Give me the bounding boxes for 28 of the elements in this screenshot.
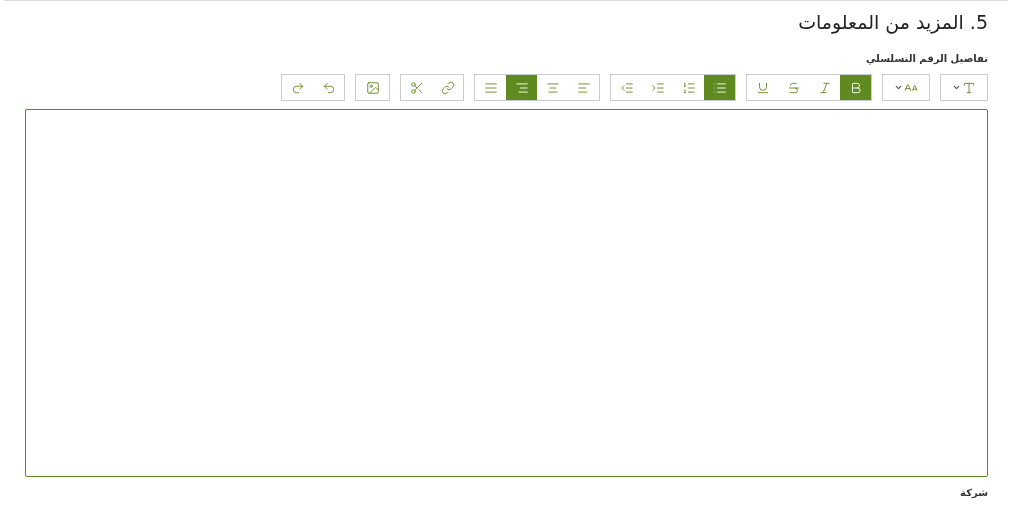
bullet-list-icon	[712, 80, 727, 95]
indent-icon	[650, 80, 665, 95]
caret-icon	[894, 83, 903, 92]
toolbar-button[interactable]	[940, 74, 988, 101]
toolbar-button[interactable]	[506, 75, 537, 100]
align-right-icon	[514, 80, 529, 95]
strikethrough-icon	[786, 80, 801, 95]
scissors-icon	[409, 80, 424, 95]
justify-icon	[483, 80, 498, 95]
outdent-icon	[619, 80, 634, 95]
section-title: 5. المزيد من المعلومات	[797, 10, 988, 35]
align-center-icon	[545, 80, 560, 95]
toolbar-button[interactable]	[840, 75, 871, 100]
toolbar-button[interactable]	[882, 74, 930, 101]
image-icon	[365, 80, 380, 95]
numbered-list-icon	[681, 80, 696, 95]
toolbar-button[interactable]	[704, 75, 735, 100]
underline-icon	[755, 80, 770, 95]
undo-icon	[321, 80, 336, 95]
text-size-icon	[962, 80, 976, 95]
italic-icon	[817, 80, 832, 95]
toolbar-button[interactable]	[355, 74, 390, 101]
field-label: شركة	[960, 486, 988, 500]
caret-icon	[952, 83, 961, 92]
field-label: تفاصيل الرقم التسلسلي	[865, 52, 988, 66]
link-icon	[440, 80, 455, 95]
align-left-icon	[576, 80, 591, 95]
redo-icon	[290, 80, 305, 95]
